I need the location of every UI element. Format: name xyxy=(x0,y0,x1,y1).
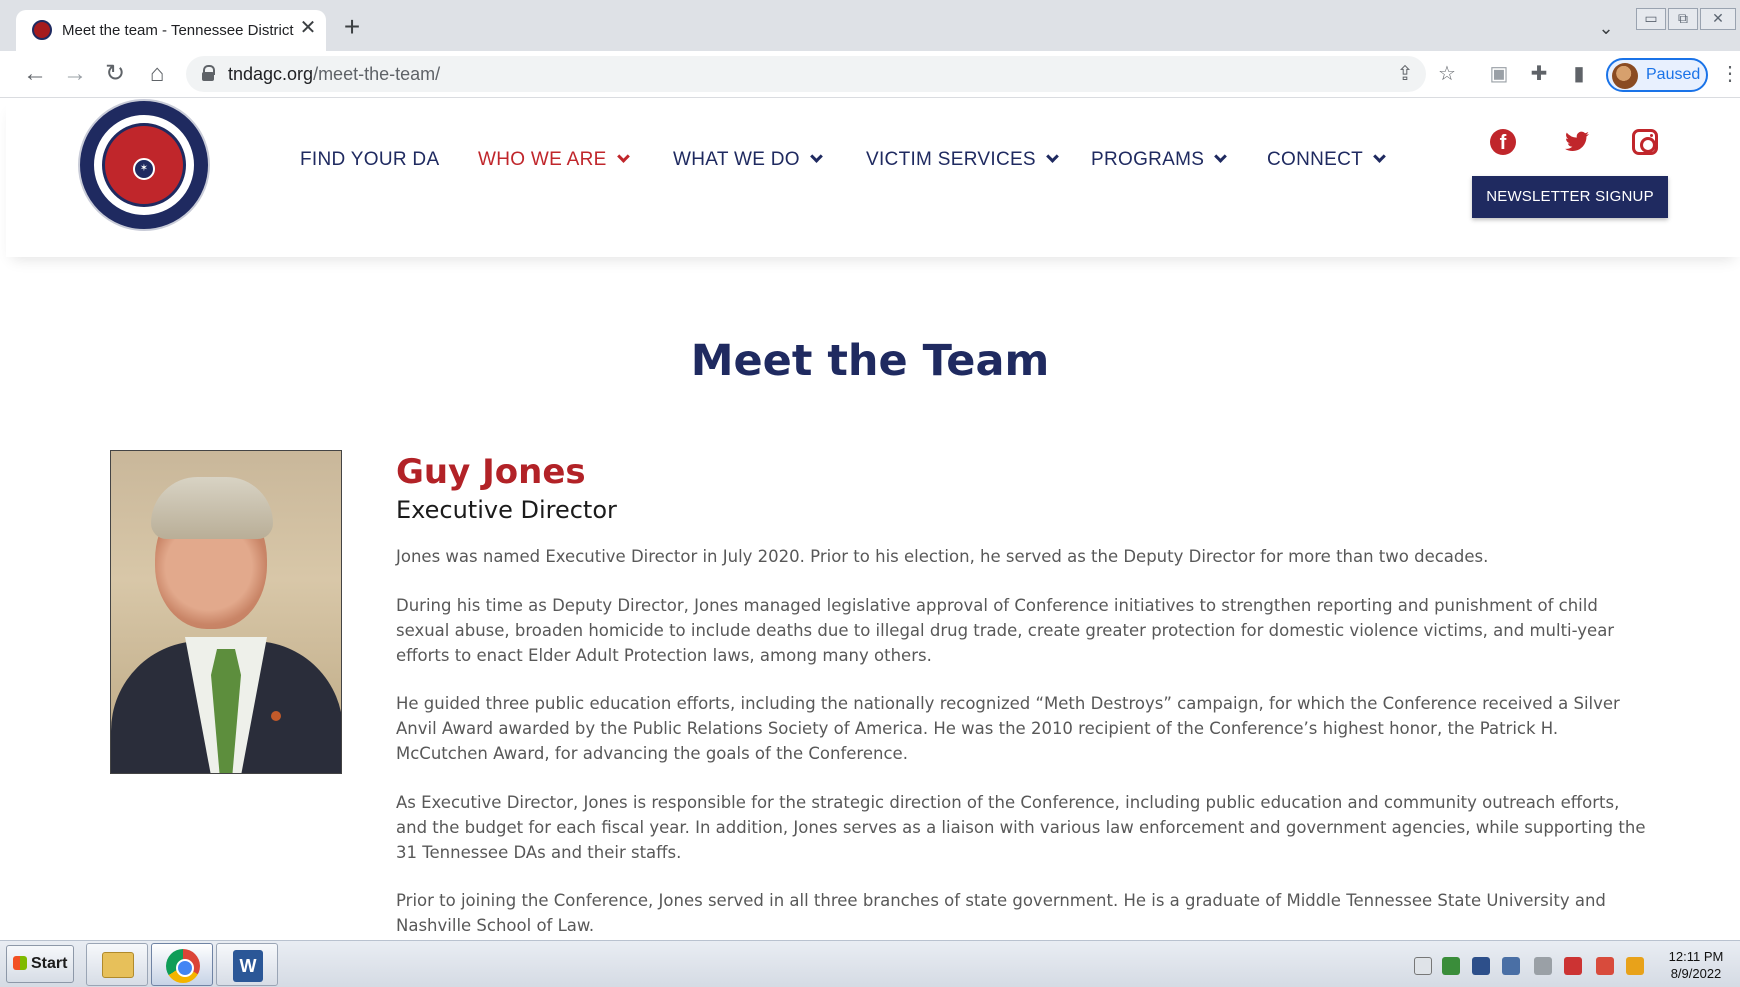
site-logo[interactable]: ✶ xyxy=(78,99,210,231)
nav-label: PROGRAMS xyxy=(1091,149,1205,170)
system-clock[interactable]: 12:11 PM 8/9/2022 xyxy=(1658,948,1734,982)
nav-label: VICTIM SERVICES xyxy=(866,149,1036,170)
tab-search-chevron-icon[interactable]: ⌄ xyxy=(1594,18,1618,42)
browser-toolbar: ← → ↻ ⌂ tndagc.org/meet-the-team/ ⇪ ☆ ▣ … xyxy=(0,51,1740,98)
avatar xyxy=(1612,63,1638,89)
close-window-button[interactable]: ✕ xyxy=(1700,8,1736,30)
extensions-puzzle-icon[interactable]: ✚ xyxy=(1526,61,1552,87)
member-role: Executive Director xyxy=(396,496,617,524)
network-status-icon[interactable] xyxy=(1442,957,1460,975)
site-favicon-icon xyxy=(32,20,52,40)
taskbar-explorer-button[interactable] xyxy=(86,943,148,986)
team-member-photo xyxy=(110,450,342,774)
bio-paragraph: Jones was named Executive Director in Ju… xyxy=(396,547,1489,566)
nav-programs[interactable]: PROGRAMS xyxy=(1091,149,1228,171)
update-icon[interactable] xyxy=(1626,957,1644,975)
chevron-down-icon xyxy=(616,150,630,163)
photo-hair xyxy=(151,477,273,539)
nav-label: CONNECT xyxy=(1267,149,1364,170)
nav-label: FIND YOUR DA xyxy=(300,149,440,170)
side-panel-icon[interactable]: ▮ xyxy=(1566,61,1592,87)
tab-title: Meet the team - Tennessee District xyxy=(62,22,294,39)
clock-date: 8/9/2022 xyxy=(1670,966,1722,981)
start-button[interactable]: Start xyxy=(6,945,74,983)
restore-window-button[interactable]: ⧉ xyxy=(1668,8,1698,30)
bio-paragraph: During his time as Deputy Director, Jone… xyxy=(396,596,1615,665)
bookmark-star-icon[interactable]: ☆ xyxy=(1434,61,1460,87)
usb-icon[interactable] xyxy=(1414,957,1432,975)
signal-icon[interactable] xyxy=(1534,957,1552,975)
nav-what-we-do[interactable]: WHAT WE DO xyxy=(673,149,823,171)
back-arrow-icon[interactable]: ← xyxy=(20,59,50,89)
bio-paragraph: Prior to joining the Conference, Jones s… xyxy=(396,891,1606,935)
nav-find-your-da[interactable]: FIND YOUR DA xyxy=(300,149,439,171)
nav-label: WHO WE ARE xyxy=(478,149,607,170)
close-tab-icon[interactable]: ✕ xyxy=(296,16,320,40)
start-label: Start xyxy=(31,955,68,972)
tristar-icon: ✶ xyxy=(133,158,155,180)
nav-who-we-are[interactable]: WHO WE ARE xyxy=(478,149,630,171)
display-icon[interactable] xyxy=(1502,957,1520,975)
lock-icon[interactable] xyxy=(202,65,215,81)
address-bar[interactable]: tndagc.org/meet-the-team/ xyxy=(186,56,1426,92)
windows-logo-icon xyxy=(13,956,27,970)
browser-tab[interactable]: Meet the team - Tennessee District ✕ xyxy=(16,10,326,51)
nav-victim-services[interactable]: VICTIM SERVICES xyxy=(866,149,1059,171)
logo-ring: ✶ xyxy=(92,113,196,217)
minimize-window-button[interactable]: ▭ xyxy=(1636,8,1666,30)
reload-icon[interactable]: ↻ xyxy=(100,59,130,89)
newsletter-signup-button[interactable]: NEWSLETTER SIGNUP xyxy=(1472,176,1668,218)
new-tab-button[interactable]: + xyxy=(338,13,366,42)
url-host: tndagc.org xyxy=(228,64,314,84)
monitor-icon[interactable] xyxy=(1472,957,1490,975)
folder-icon xyxy=(102,952,134,978)
logo-seal: ✶ xyxy=(102,123,186,207)
nav-label: WHAT WE DO xyxy=(673,149,800,170)
site-header: ✶ FIND YOUR DA WHO WE ARE WHAT WE DO VIC… xyxy=(6,99,1740,257)
url-path: /meet-the-team/ xyxy=(313,64,441,84)
browser-tabstrip: Meet the team - Tennessee District ✕ + ⌄… xyxy=(0,0,1740,51)
chevron-down-icon xyxy=(1214,150,1228,163)
url-text[interactable]: tndagc.org/meet-the-team/ xyxy=(228,64,440,85)
facebook-icon[interactable]: f xyxy=(1490,129,1516,155)
chevron-down-icon xyxy=(1373,150,1386,163)
chevron-down-icon xyxy=(1046,150,1059,163)
page-title: Meet the Team xyxy=(690,336,1050,386)
bio-paragraph: He guided three public education efforts… xyxy=(396,694,1620,763)
twitter-icon[interactable] xyxy=(1564,129,1590,155)
forward-arrow-icon[interactable]: → xyxy=(60,59,90,89)
clock-time: 12:11 PM xyxy=(1668,949,1724,964)
bio-paragraph: As Executive Director, Jones is responsi… xyxy=(396,793,1646,862)
chrome-icon xyxy=(166,949,200,983)
instagram-icon[interactable] xyxy=(1632,129,1658,155)
profile-status: Paused xyxy=(1646,66,1701,83)
profile-button[interactable]: Paused xyxy=(1606,58,1708,92)
taskbar-chrome-button[interactable] xyxy=(151,943,213,986)
member-name: Guy Jones xyxy=(396,452,586,492)
os-taskbar: Start W 12:11 PM 8/9/2022 xyxy=(0,940,1740,987)
volume-muted-icon[interactable] xyxy=(1596,957,1614,975)
taskbar-word-button[interactable]: W xyxy=(216,943,278,986)
menu-kebab-icon[interactable]: ⋮ xyxy=(1720,61,1740,87)
home-icon[interactable]: ⌂ xyxy=(142,59,172,89)
photo-lapel-pin xyxy=(271,711,281,721)
word-icon: W xyxy=(233,950,263,982)
share-icon[interactable]: ⇪ xyxy=(1392,61,1418,87)
chevron-down-icon xyxy=(809,150,823,163)
extension-icon[interactable]: ▣ xyxy=(1486,61,1512,87)
nav-connect[interactable]: CONNECT xyxy=(1267,149,1386,171)
action-center-icon[interactable] xyxy=(1564,957,1582,975)
